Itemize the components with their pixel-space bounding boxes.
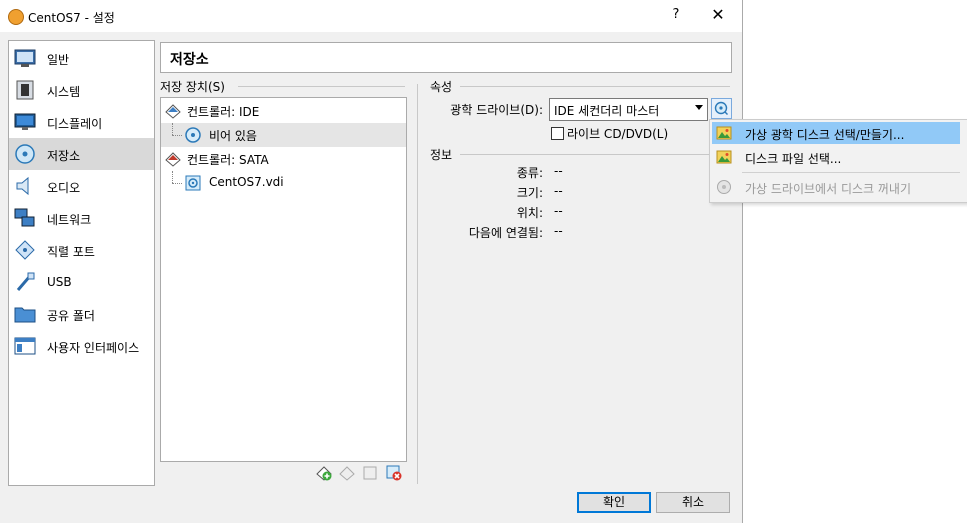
add-controller-icon[interactable]: [316, 465, 332, 481]
settings-sidebar: 일반 시스템 디스플레이 저장소 오디오 네트워크 직렬 포트 USB 공유 폴…: [8, 40, 155, 486]
virtualbox-app-icon: [8, 9, 24, 25]
info-size-label: 크기:: [516, 186, 543, 200]
sidebar-item-serial-port[interactable]: 직렬 포트: [9, 234, 154, 266]
menu-item-choose-disk-file[interactable]: 디스크 파일 선택...: [712, 146, 960, 168]
menu-item-label: 디스크 파일 선택...: [745, 152, 842, 166]
panel-divider: [417, 84, 418, 484]
tree-connector: [172, 123, 174, 135]
network-icon: [14, 208, 35, 227]
tree-item-disk[interactable]: CentOS7.vdi: [161, 171, 406, 195]
shared-folder-icon: [14, 307, 36, 323]
optical-disc-icon: [185, 127, 201, 143]
add-attachment-icon[interactable]: [362, 465, 378, 481]
menu-item-label: 가상 광학 디스크 선택/만들기...: [745, 128, 905, 142]
settings-window: CentOS7 - 설정 ? ✕ 일반 시스템 디스플레이 저장소 오디오 네트…: [0, 0, 743, 523]
optical-drive-select[interactable]: IDE 세컨더리 마스터: [549, 98, 708, 121]
info-location-label: 위치:: [516, 206, 543, 220]
dropdown-arrow-icon: [695, 105, 703, 110]
tree-connector: [172, 135, 182, 137]
menu-separator: [742, 172, 960, 173]
tree-item-label: CentOS7.vdi: [209, 175, 284, 189]
info-size-value: --: [554, 184, 563, 198]
remove-attachment-icon[interactable]: [386, 465, 402, 481]
sidebar-item-label: 오디오: [47, 181, 81, 195]
usb-icon: [16, 272, 35, 291]
hard-disk-icon: [185, 175, 201, 191]
live-cd-label[interactable]: 라이브 CD/DVD(L): [567, 125, 668, 142]
sidebar-item-usb[interactable]: USB: [9, 266, 154, 298]
menu-item-choose-create-optical-disk[interactable]: 가상 광학 디스크 선택/만들기...: [712, 122, 960, 144]
sidebar-item-label: 사용자 인터페이스: [47, 341, 140, 355]
sidebar-item-display[interactable]: 디스플레이: [9, 106, 154, 138]
menu-item-label: 가상 드라이브에서 디스크 꺼내기: [745, 182, 912, 196]
sidebar-item-label: 저장소: [47, 149, 81, 163]
tree-item-label: 컨트롤러: SATA: [187, 153, 269, 167]
menu-item-eject-disk: 가상 드라이브에서 디스크 꺼내기: [712, 176, 960, 198]
tree-connector: [172, 171, 174, 183]
disk-choice-menu: 가상 광학 디스크 선택/만들기... 디스크 파일 선택... 가상 드라이브…: [709, 119, 967, 203]
info-location-value: --: [554, 204, 563, 218]
help-button[interactable]: ?: [668, 7, 684, 22]
audio-icon: [16, 176, 29, 196]
remove-controller-icon[interactable]: [339, 465, 355, 481]
storage-tree[interactable]: 컨트롤러: IDE 비어 있음 컨트롤러: SATA CentOS7.vdi: [160, 97, 407, 462]
sidebar-item-label: 디스플레이: [47, 117, 103, 131]
info-type-label: 종류:: [516, 166, 543, 180]
display-icon: [14, 113, 36, 130]
eject-disk-icon: [717, 180, 731, 194]
tree-item-label: 비어 있음: [209, 129, 257, 143]
page-header: 저장소: [160, 42, 732, 73]
info-type-value: --: [554, 164, 563, 178]
controller-icon: [165, 104, 181, 119]
sidebar-item-user-interface[interactable]: 사용자 인터페이스: [9, 330, 154, 362]
tree-connector: [172, 183, 182, 185]
sidebar-item-label: 시스템: [47, 85, 81, 99]
attributes-group-label: 속성: [430, 80, 453, 94]
sidebar-item-label: 일반: [47, 53, 70, 67]
sidebar-item-audio[interactable]: 오디오: [9, 170, 154, 202]
sidebar-item-shared-folder[interactable]: 공유 폴더: [9, 298, 154, 330]
info-group-label: 정보: [430, 148, 453, 162]
optical-drive-value: IDE 세컨더리 마스터: [554, 104, 660, 118]
disk-file-icon: [716, 150, 732, 164]
tree-item-label: 컨트롤러: IDE: [187, 105, 260, 119]
live-cd-checkbox[interactable]: [551, 127, 564, 140]
info-attached-to-label: 다음에 연결됨:: [468, 226, 543, 240]
page-title: 저장소: [170, 52, 209, 68]
storage-devices-group-label: 저장 장치(S): [160, 80, 225, 94]
optical-disk-image-icon: [716, 126, 732, 140]
close-button[interactable]: ✕: [706, 5, 730, 24]
user-interface-icon: [14, 337, 36, 355]
choose-disk-button[interactable]: [711, 98, 732, 119]
controller-icon: [165, 152, 181, 167]
ok-button[interactable]: 확인: [577, 492, 651, 513]
sidebar-item-label: USB: [47, 275, 72, 289]
serial-port-icon: [15, 240, 35, 260]
window-title: CentOS7 - 설정: [28, 11, 115, 25]
sidebar-item-storage[interactable]: 저장소: [9, 138, 154, 170]
sidebar-item-label: 직렬 포트: [47, 245, 95, 259]
sidebar-item-network[interactable]: 네트워크: [9, 202, 154, 234]
general-icon: [14, 49, 36, 67]
optical-drive-label: 광학 드라이브(D):: [450, 103, 543, 117]
storage-icon: [15, 144, 35, 164]
group-divider: [460, 154, 730, 155]
sidebar-item-label: 네트워크: [47, 213, 92, 227]
title-bar: CentOS7 - 설정 ? ✕: [0, 0, 742, 32]
cancel-button[interactable]: 취소: [656, 492, 730, 513]
system-icon: [16, 80, 34, 100]
tree-item-empty-optical[interactable]: 비어 있음: [161, 123, 406, 147]
tree-item-sata-controller[interactable]: 컨트롤러: SATA: [161, 147, 406, 171]
sidebar-item-label: 공유 폴더: [47, 309, 95, 323]
info-attached-to-value: --: [554, 224, 563, 238]
optical-disc-icon: [714, 101, 728, 115]
sidebar-item-system[interactable]: 시스템: [9, 74, 154, 106]
group-divider: [238, 86, 405, 87]
tree-item-ide-controller[interactable]: 컨트롤러: IDE: [161, 99, 406, 123]
group-divider: [460, 86, 730, 87]
sidebar-item-general[interactable]: 일반: [9, 42, 154, 74]
